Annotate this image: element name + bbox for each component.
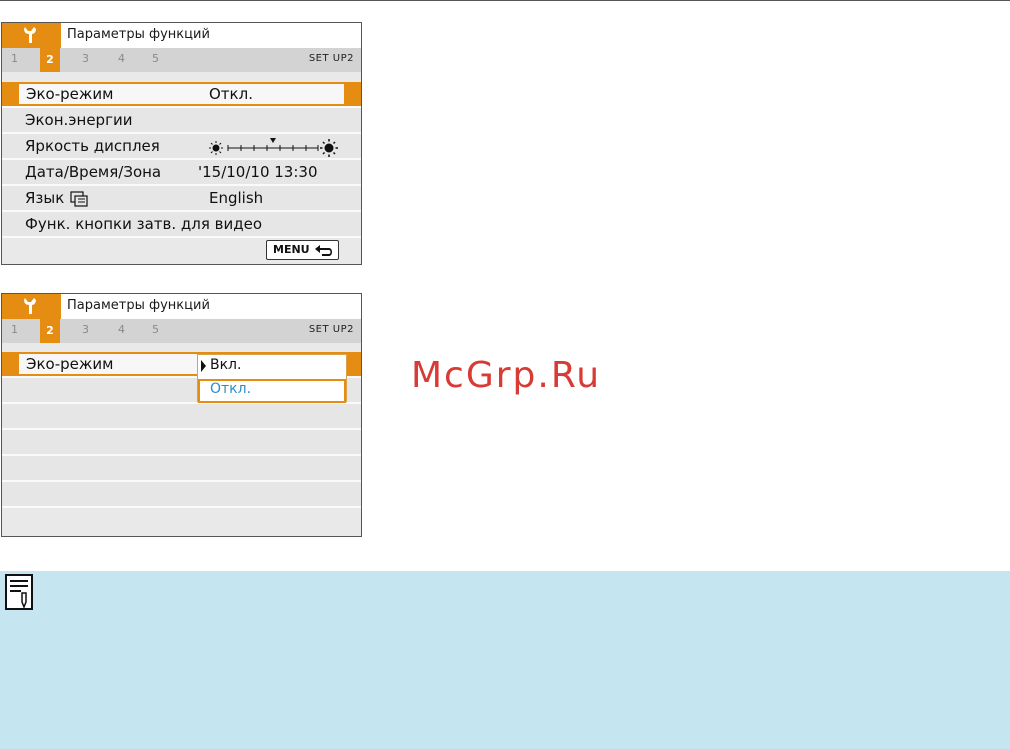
- tab-1[interactable]: 1: [11, 323, 18, 336]
- option-off[interactable]: Откл.: [198, 379, 346, 403]
- eco-mode-options-popup: Вкл. Откл.: [197, 354, 347, 403]
- row-highlight: Эко-режим Откл.: [19, 84, 344, 104]
- menu-header: Параметры функций: [2, 23, 361, 48]
- brightness-high-icon: [320, 139, 338, 157]
- tab-1[interactable]: 1: [11, 52, 18, 65]
- current-setting-marker: [201, 360, 206, 372]
- row-label: Язык: [25, 189, 65, 207]
- tab-4[interactable]: 4: [118, 323, 125, 336]
- menu-row-empty: [2, 404, 361, 430]
- camera-menu-screen-2: Параметры функций 1 2 3 4 5 SET UP2 Эко-…: [1, 293, 362, 537]
- menu-row-shutter-button-movie[interactable]: Функ. кнопки затв. для видео: [2, 212, 361, 238]
- menu-button-label: MENU: [273, 243, 310, 256]
- menu-row-empty: [2, 482, 361, 508]
- menu-row-language[interactable]: Язык English: [2, 186, 361, 212]
- watermark: McGrp.Ru: [411, 355, 602, 396]
- row-label: Яркость дисплея: [25, 137, 160, 155]
- tab-3[interactable]: 3: [82, 323, 89, 336]
- option-on[interactable]: Вкл.: [198, 355, 346, 378]
- tab-3[interactable]: 3: [82, 52, 89, 65]
- wrench-icon: [24, 298, 36, 314]
- menu-row-lcd-brightness[interactable]: Яркость дисплея: [2, 134, 361, 160]
- tab-5[interactable]: 5: [152, 323, 159, 336]
- return-arrow-icon: [315, 245, 332, 256]
- brightness-scale: [209, 138, 338, 157]
- menu-row-power-saving[interactable]: Экон.энергии: [2, 108, 361, 134]
- setup-label: SET UP2: [308, 324, 354, 335]
- tab-numbers: 1 2 3 4 5 SET UP2: [2, 319, 361, 343]
- tab-numbers: 1 2 3 4 5 SET UP2: [2, 48, 361, 72]
- wrench-icon: [24, 27, 36, 43]
- camera-menu-screen-1: Параметры функций 1 2 3 4 5 SET UP2 Эко-…: [1, 22, 362, 265]
- setup-tab[interactable]: [2, 294, 61, 319]
- option-label: Откл.: [210, 381, 252, 397]
- row-label: Эко-режим: [26, 355, 114, 373]
- row-label: Дата/Время/Зона: [25, 163, 162, 181]
- setup-label: SET UP2: [308, 53, 354, 64]
- menu-row-empty: [2, 430, 361, 456]
- menu-header: Параметры функций: [2, 294, 361, 319]
- row-label: Экон.энергии: [25, 111, 133, 129]
- row-label: Эко-режим: [26, 85, 114, 103]
- brightness-low-icon: [209, 141, 223, 155]
- top-rule: [0, 0, 1010, 1]
- note-icon: [5, 574, 33, 610]
- option-label: Вкл.: [210, 357, 242, 373]
- menu-row-date-time-zone[interactable]: Дата/Время/Зона '15/10/10 13:30: [2, 160, 361, 186]
- tab-4[interactable]: 4: [118, 52, 125, 65]
- tab-2[interactable]: 2: [40, 319, 60, 343]
- language-icon: [70, 191, 88, 207]
- row-value: Откл.: [209, 85, 253, 103]
- row-value: '15/10/10 13:30: [198, 163, 318, 181]
- note-panel: [0, 571, 1010, 749]
- setup-tab[interactable]: [2, 23, 61, 48]
- menu-row-empty: [2, 456, 361, 482]
- tab-2[interactable]: 2: [40, 48, 60, 72]
- page-title: Параметры функций: [67, 27, 210, 42]
- tab-5[interactable]: 5: [152, 52, 159, 65]
- row-value: English: [209, 189, 264, 207]
- menu-row-eco-mode[interactable]: Эко-режим Откл.: [2, 82, 361, 108]
- row-label: Функ. кнопки затв. для видео: [25, 215, 263, 233]
- brightness-marker: [270, 138, 276, 143]
- menu-back-button[interactable]: MENU: [266, 240, 339, 260]
- page-title: Параметры функций: [67, 298, 210, 313]
